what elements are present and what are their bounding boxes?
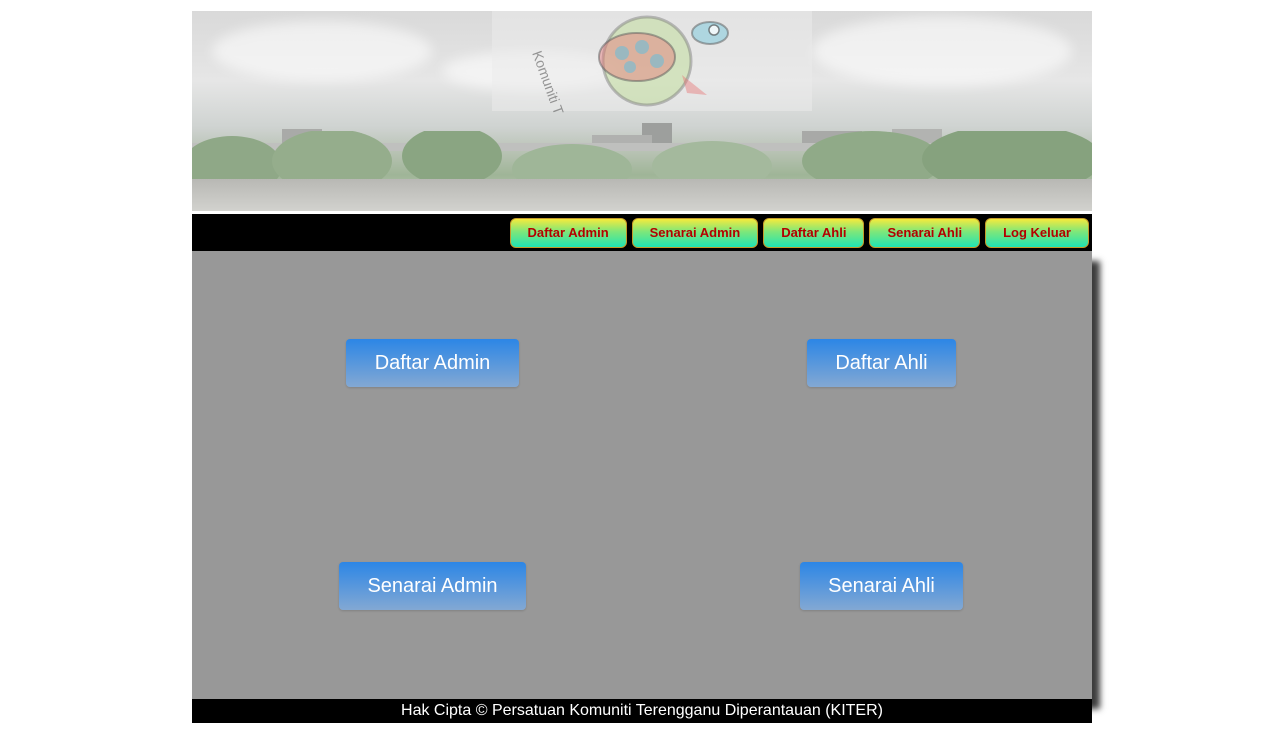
- terrace-image: [192, 179, 1092, 211]
- turtle-logo-icon: Komuniti Terengganu DiPerantauan: [529, 15, 729, 113]
- footer-copyright: Hak Cipta © Persatuan Komuniti Terenggan…: [192, 699, 1092, 723]
- nav-senarai-ahli-button[interactable]: Senarai Ahli: [869, 217, 981, 248]
- top-navigation: Daftar Admin Senarai Admin Daftar Ahli S…: [192, 214, 1092, 251]
- page-wrapper: Komuniti Terengganu DiPerantauan Daftar …: [192, 11, 1092, 723]
- senarai-admin-button[interactable]: Senarai Admin: [339, 562, 526, 610]
- main-content-panel: Daftar Admin Daftar Ahli Senarai Admin S…: [192, 251, 1092, 699]
- header-banner: Komuniti Terengganu DiPerantauan: [192, 11, 1092, 211]
- daftar-ahli-button[interactable]: Daftar Ahli: [807, 339, 956, 387]
- nav-daftar-ahli-button[interactable]: Daftar Ahli: [763, 217, 865, 248]
- senarai-ahli-button[interactable]: Senarai Ahli: [800, 562, 963, 610]
- daftar-admin-button[interactable]: Daftar Admin: [346, 339, 519, 387]
- nav-senarai-admin-button[interactable]: Senarai Admin: [631, 217, 759, 248]
- nav-log-keluar-button[interactable]: Log Keluar: [985, 217, 1089, 248]
- nav-daftar-admin-button[interactable]: Daftar Admin: [509, 217, 627, 248]
